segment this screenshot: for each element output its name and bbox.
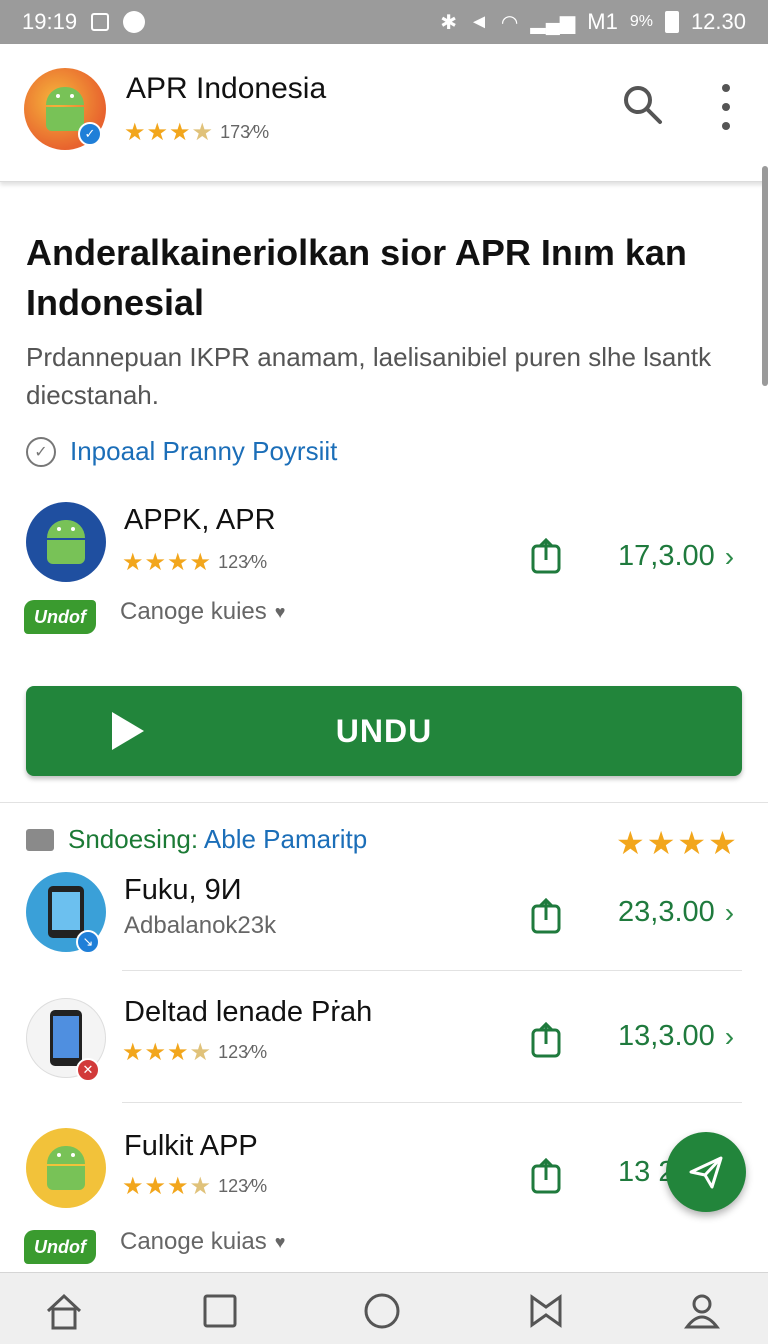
sublabel-text: Canoge kuias [120, 1228, 267, 1255]
rating-stars: ★★★★ [122, 1039, 213, 1066]
price-value: 13,3.00 [618, 1020, 715, 1052]
shield-check-icon: ✓ [26, 436, 56, 467]
rating-stars: ★★★★ [122, 1173, 213, 1200]
android-icon [46, 87, 84, 131]
list-item-sublabel[interactable]: Canoge kuias ♥ [120, 1228, 285, 1256]
rating-text: 123⁄% [218, 552, 268, 572]
section-title: Sndoesing: Able Pamaritp [68, 824, 367, 855]
list-item-price[interactable]: 13,3.00 › [618, 1020, 734, 1053]
bookmark-icon[interactable] [526, 1291, 566, 1331]
rating-stars: ★★★★ [122, 549, 213, 576]
app-rating: ★★★★ 173⁄% [124, 118, 269, 147]
android-icon [47, 520, 85, 564]
divider [0, 802, 768, 803]
arrow-badge-icon: ↘ [76, 930, 100, 954]
bluetooth-icon: ✱ [440, 11, 458, 34]
divider [122, 1102, 742, 1103]
list-item-title[interactable]: Fulkit APP [124, 1130, 258, 1163]
policy-link[interactable]: ✓ Inpoaal Pranny Poyrsiit [26, 436, 337, 467]
featured-app-title[interactable]: APPK, APR [124, 504, 276, 537]
policy-link-label: Inpoaal Pranny Poyrsiit [70, 436, 338, 466]
play-icon [112, 712, 144, 750]
divider [122, 970, 742, 971]
sublabel-text: Canoge kuies [120, 598, 267, 625]
rating-text: 123⁄% [218, 1042, 268, 1062]
page-headline: Anderalkaineriolkan sior APR Inım kan In… [26, 232, 687, 323]
notification-icon [123, 11, 146, 33]
screenshot-icon [91, 13, 110, 31]
mute-icon: ◄ [469, 10, 489, 33]
heart-icon: ♥ [274, 601, 286, 622]
profile-icon[interactable] [682, 1291, 722, 1331]
more-vert-icon[interactable] [716, 84, 736, 130]
verified-icon: ✓ [78, 122, 102, 146]
bottom-nav-bar [0, 1272, 768, 1344]
heart-icon: ♥ [274, 1231, 286, 1252]
status-bar: 19:19 ✱ ◄ ◠ ▂▄▆ M1 9% 12.30 [0, 0, 768, 44]
download-icon[interactable] [530, 1158, 562, 1194]
share-fab-button[interactable] [666, 1132, 746, 1212]
section-header: Sndoesing: Able Pamaritp [26, 824, 367, 855]
download-icon[interactable] [530, 538, 562, 574]
chevron-right-icon: › [724, 896, 735, 928]
list-item-price[interactable]: 23,3.00 › [618, 896, 734, 929]
app-title: APR Indonesia [126, 72, 327, 105]
wifi-icon: ◠ [500, 11, 519, 34]
list-item-icon[interactable] [26, 1128, 106, 1208]
featured-app-price[interactable]: 17,3.00 › [618, 540, 734, 573]
send-icon [689, 1156, 723, 1189]
rating-text: 123⁄% [218, 1176, 268, 1196]
android-icon [47, 1146, 85, 1190]
list-item-title[interactable]: Fuku, 9И [124, 874, 242, 907]
section-rating-stars: ★★★★ [616, 825, 739, 861]
featured-app-sublabel[interactable]: Canoge kuies ♥ [120, 598, 285, 626]
chevron-right-icon: › [724, 540, 735, 572]
smartphone-icon [50, 1010, 82, 1066]
install-button[interactable]: UNDU [26, 686, 742, 776]
list-item-subtitle: Adbalanok23k [124, 912, 277, 939]
network-label: M1 [587, 9, 618, 34]
offer-badge: Undof [24, 1230, 96, 1264]
app-bar: ✓ APR Indonesia ★★★★ 173⁄% [0, 44, 768, 182]
featured-app-icon[interactable] [26, 502, 106, 582]
rating-stars: ★★★★ [124, 119, 215, 146]
page-description: Prdannepuan IKPR anamam, laelisanibiel p… [26, 342, 712, 410]
battery-icon [664, 11, 679, 33]
price-value: 23,3.00 [618, 896, 715, 928]
price-value: 17,3.00 [618, 540, 715, 572]
mail-icon [26, 828, 54, 851]
badge-icon: ✕ [76, 1058, 100, 1082]
signal-icon: ▂▄▆ [530, 11, 576, 34]
download-icon[interactable] [530, 898, 562, 934]
home-icon[interactable] [44, 1291, 84, 1331]
list-item-title[interactable]: Deltad lenade Pṙah [124, 996, 372, 1029]
list-item-rating: ★★★★ 123⁄% [122, 1038, 267, 1067]
status-time-left: 19:19 [22, 9, 78, 34]
chevron-right-icon: › [724, 1020, 735, 1052]
featured-app-rating: ★★★★ 123⁄% [122, 548, 267, 577]
download-icon[interactable] [530, 1022, 562, 1058]
list-item-rating: ★★★★ 123⁄% [122, 1172, 267, 1201]
section-title-blue: Able Pamaritp [198, 824, 368, 854]
scrollbar[interactable] [762, 166, 768, 386]
home-circle-icon[interactable] [362, 1291, 402, 1331]
recents-icon[interactable] [200, 1291, 240, 1331]
search-icon[interactable] [620, 82, 664, 126]
status-time-right: 12.30 [690, 9, 746, 34]
offer-badge: Undof [24, 600, 96, 634]
install-button-label: UNDU [335, 712, 433, 749]
rating-text: 173⁄% [220, 122, 270, 142]
battery-percent: 9% [629, 13, 653, 30]
section-title-green: Sndoesing: [68, 824, 199, 854]
